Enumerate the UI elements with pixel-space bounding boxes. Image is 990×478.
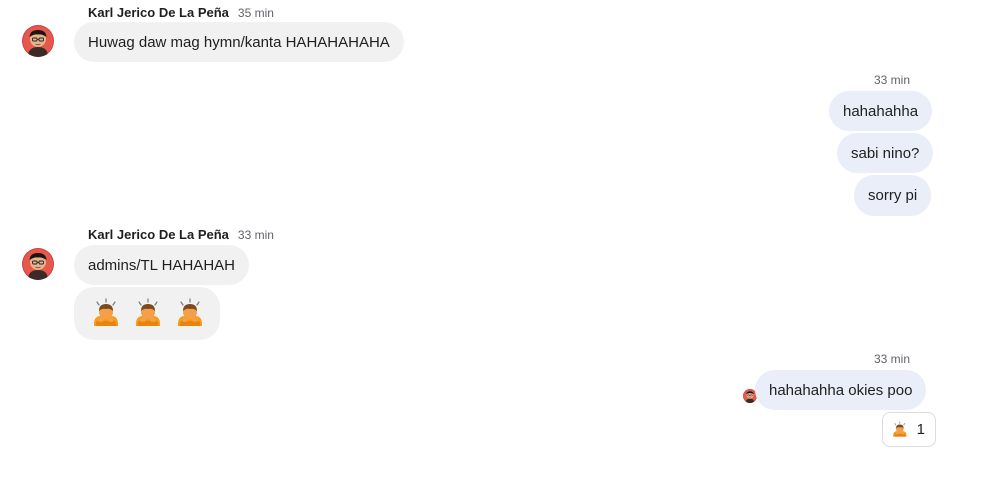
message-text: sabi nino? bbox=[851, 144, 920, 162]
message-header: Karl Jerico De La Peña 33 min bbox=[88, 227, 274, 242]
person-bowing-emoji-icon bbox=[891, 421, 909, 439]
outgoing-message-bubble[interactable]: sabi nino? bbox=[837, 133, 934, 173]
incoming-message-bubble[interactable]: admins/TL HAHAHAH bbox=[74, 245, 249, 285]
avatar-image bbox=[22, 248, 54, 280]
message-text: hahahahha bbox=[843, 102, 919, 120]
person-bowing-emoji-icon bbox=[174, 298, 206, 330]
message-text: sorry pi bbox=[868, 187, 918, 204]
message-text: hahahahha okies poo bbox=[769, 381, 913, 399]
chat-conversation: Karl Jerico De La Peña 35 min Huwag daw … bbox=[0, 0, 990, 478]
outgoing-message-bubble[interactable]: hahahahha bbox=[829, 91, 933, 131]
message-time: 33 min bbox=[237, 228, 274, 242]
outgoing-message-bubble[interactable]: hahahahha okies poo bbox=[755, 370, 927, 410]
person-bowing-emoji-icon bbox=[132, 298, 164, 330]
sender-name: Karl Jerico De La Peña bbox=[88, 227, 229, 242]
message-time: 35 min bbox=[237, 6, 274, 20]
incoming-message-bubble[interactable]: Huwag daw mag hymn/kanta HAHAHAHAHA bbox=[74, 22, 404, 62]
incoming-emoji-bubble[interactable] bbox=[74, 287, 220, 340]
message-text: Huwag daw mag hymn/kanta HAHAHAHAHA bbox=[88, 33, 390, 51]
sender-name: Karl Jerico De La Peña bbox=[88, 5, 229, 20]
emoji-row bbox=[90, 298, 206, 330]
reaction-chip[interactable]: 1 bbox=[882, 412, 936, 447]
message-header: Karl Jerico De La Peña 35 min bbox=[88, 5, 274, 20]
avatar-image bbox=[22, 25, 54, 57]
reaction-count: 1 bbox=[916, 421, 925, 438]
sender-avatar[interactable] bbox=[22, 25, 54, 57]
sender-avatar[interactable] bbox=[22, 248, 54, 280]
outgoing-message-bubble[interactable]: sorry pi bbox=[854, 175, 932, 216]
message-text: admins/TL HAHAHAH bbox=[88, 256, 235, 274]
person-bowing-emoji-icon bbox=[90, 298, 122, 330]
message-time: 33 min bbox=[874, 73, 911, 87]
message-time: 33 min bbox=[874, 352, 911, 366]
